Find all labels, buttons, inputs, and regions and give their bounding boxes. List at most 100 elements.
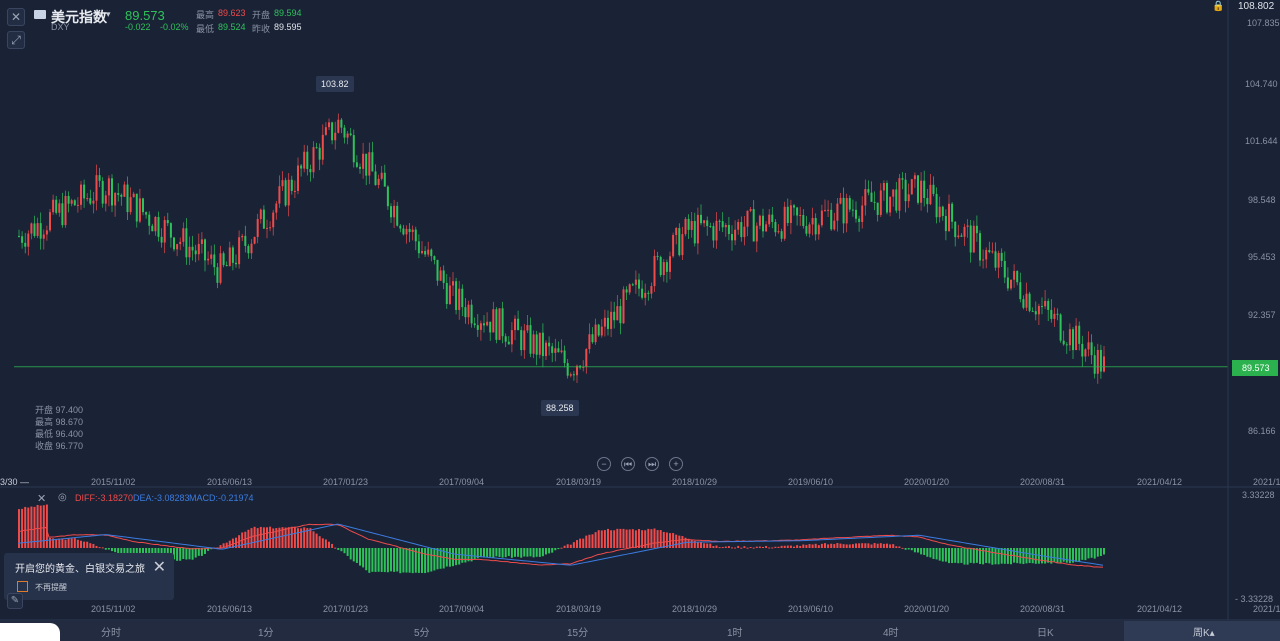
timeframe-weekly[interactable]: 周K▴ [1193, 624, 1215, 639]
candle-body [777, 231, 780, 233]
pencil-icon[interactable]: ✎ [7, 593, 23, 609]
dont-remind-checkbox[interactable] [17, 581, 28, 592]
macd-bar [312, 531, 315, 548]
close-icon[interactable]: ✕ [7, 8, 25, 26]
candle-body [743, 226, 746, 238]
timeframe-4h[interactable]: 4时 [883, 624, 899, 639]
macd-bar [256, 528, 259, 548]
candle-body [30, 223, 33, 234]
popup-close-icon[interactable]: ✕ [153, 557, 166, 577]
candle-body [129, 197, 132, 213]
macd-bar [489, 548, 492, 557]
macd-bar [309, 528, 312, 548]
macd-bar [917, 548, 919, 553]
macd-bar [566, 544, 569, 548]
candle-body [684, 218, 687, 235]
candle-body [436, 259, 439, 281]
jump-end-button[interactable]: ⏭ [645, 457, 659, 471]
candle-body [1084, 349, 1087, 357]
timeframe-daily[interactable]: 日K [1037, 624, 1054, 639]
settings-icon[interactable]: ◎ [58, 492, 67, 503]
macd-bar [1053, 548, 1056, 562]
candle-body [628, 284, 631, 293]
candle-body [231, 247, 234, 263]
timeframe-1min[interactable]: 1分 [258, 624, 274, 639]
x-tick-label: 2019/06/10 [788, 604, 834, 614]
candle-body [1044, 300, 1047, 307]
timeframe-15min[interactable]: 15分 [567, 624, 588, 639]
chevron-down-icon[interactable]: ▾ [106, 9, 111, 20]
candle-body [858, 218, 861, 222]
lock-icon[interactable]: 🔒 [1212, 1, 1224, 12]
macd-bar [55, 539, 58, 548]
macd-bar [510, 548, 513, 558]
macd-bar [647, 528, 650, 548]
dont-remind-label[interactable]: 不再提醒 [35, 582, 67, 593]
candle-body [631, 284, 634, 286]
candle-body [222, 253, 225, 266]
macd-bar [92, 543, 95, 548]
candle-body [724, 224, 727, 228]
ohlc-info: 开盘 97.400 最高 98.670 最低 96.400 收盘 96.770 [35, 404, 83, 452]
macd-bar [913, 548, 916, 553]
candle-body [297, 165, 299, 191]
y-tick-label: 104.740 [1245, 79, 1278, 89]
expand-icon[interactable]: ⤢ [7, 31, 25, 49]
macd-bar [284, 527, 287, 548]
macd-bar [737, 545, 740, 548]
mascot-avatar[interactable] [0, 623, 60, 641]
macd-bar [554, 548, 557, 551]
macd-bar [653, 528, 656, 548]
macd-bar [1003, 548, 1006, 564]
candle-body [910, 179, 913, 195]
candle-body [727, 224, 730, 235]
timeframe-tick[interactable]: 分时 [101, 624, 121, 639]
macd-bar [352, 548, 355, 562]
macd-bar [318, 536, 321, 548]
macd-bar [718, 547, 721, 549]
candle-body [430, 249, 433, 257]
timeframe-1h[interactable]: 1时 [727, 624, 743, 639]
candle-body [634, 279, 637, 285]
candle-body [548, 342, 551, 347]
jump-start-button[interactable]: ⏮ [621, 457, 635, 471]
macd-bar [321, 538, 324, 548]
x-tick-label: 2020/01/20 [904, 477, 950, 487]
candle-body [18, 235, 20, 237]
candle-body [142, 198, 144, 213]
macd-bar [836, 543, 839, 548]
macd-bar [452, 548, 454, 567]
candle-body [173, 237, 175, 250]
macd-bar [889, 544, 892, 548]
macd-bar [746, 547, 749, 549]
x-tick-label: 2018/03/19 [556, 477, 602, 487]
candle-body [1053, 313, 1056, 319]
candle-body [83, 184, 86, 199]
timeframe-5min[interactable]: 5分 [414, 624, 430, 639]
macd-bar [266, 527, 268, 548]
candle-body [61, 203, 64, 226]
chart-canvas[interactable] [0, 0, 1280, 641]
macd-bar [935, 548, 938, 560]
macd-bar [749, 547, 752, 549]
candle-body [111, 178, 113, 206]
macd-bar [969, 548, 972, 563]
candle-body [985, 250, 988, 260]
macd-bar [176, 548, 179, 561]
candle-body [1006, 277, 1009, 289]
macd-bar [1019, 548, 1022, 564]
zoom-out-button[interactable]: − [597, 457, 611, 471]
macd-bar [498, 548, 501, 558]
close-icon[interactable]: ✕ [37, 492, 46, 505]
candle-body [712, 226, 715, 241]
macd-bar [926, 548, 929, 557]
macd-bar [607, 528, 609, 548]
candle-body [452, 281, 454, 286]
zoom-in-button[interactable]: + [669, 457, 683, 471]
y-tick-label: 92.357 [1248, 310, 1276, 320]
macd-bar [895, 546, 898, 548]
candle-body [405, 228, 408, 235]
macd-bar [839, 543, 842, 548]
candle-body [1078, 325, 1081, 344]
macd-bar [402, 548, 405, 573]
